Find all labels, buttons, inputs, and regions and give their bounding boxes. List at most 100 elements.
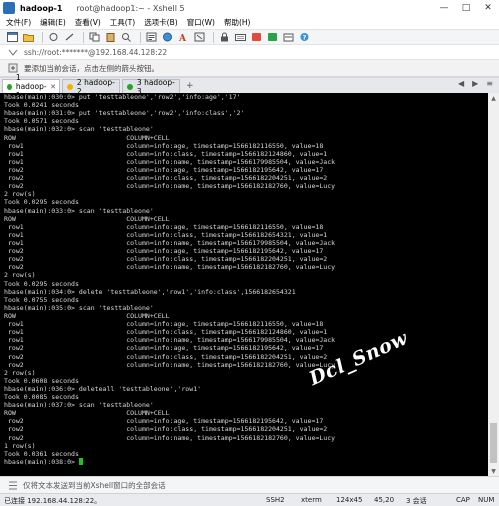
status-size: 124x45 — [336, 496, 363, 504]
minimize-icon[interactable]: — — [433, 0, 455, 16]
terminal-line: row2 column=info:class, timestamp=156618… — [4, 352, 328, 361]
svg-text:?: ? — [302, 34, 306, 42]
xftp-icon[interactable] — [250, 32, 262, 43]
menu-tabs[interactable]: 选项卡(B) — [144, 17, 178, 28]
svg-text:A: A — [178, 34, 187, 42]
terminal-line: hbase(main):032:0> scan 'testtableone' — [4, 125, 154, 134]
terminal-output[interactable]: hbase(main):030:0> put 'testtableone','r… — [0, 93, 488, 476]
terminal-line: row2 column=info:age, timestamp=15661821… — [4, 247, 324, 256]
maximize-icon[interactable]: □ — [455, 0, 477, 16]
xftp-green-icon[interactable] — [266, 32, 278, 43]
toolbar-separator — [42, 31, 43, 43]
terminal-line: ROW COLUMN+CELL — [4, 409, 170, 418]
properties-icon[interactable] — [145, 32, 157, 43]
terminal-scrollbar[interactable]: ▲ ▼ — [488, 93, 499, 476]
terminal-line: Took 0.0295 seconds — [4, 279, 79, 288]
connected-status-icon — [67, 83, 73, 90]
fullscreen-icon[interactable] — [193, 32, 205, 43]
scroll-thumb[interactable] — [490, 423, 497, 463]
terminal-line: hbase(main):031:0> put 'testtableone','r… — [4, 109, 245, 118]
menu-edit[interactable]: 编辑(E) — [40, 17, 66, 28]
status-connection: 已连接 192.168.44.128:22。 — [4, 497, 102, 505]
session-hint-bar: 要添加当前会话，点击左侧的箭头按钮。 — [0, 60, 499, 77]
terminal-line: row1 column=info:age, timestamp=15661821… — [4, 222, 324, 231]
terminal-prompt-line: hbase(main):038:0> — [0, 457, 488, 466]
window-title: root@hadoop1:~ - Xshell 5 — [76, 3, 185, 13]
terminal-line: row1 column=info:class, timestamp=156618… — [4, 230, 328, 239]
address-bar[interactable]: ssh://root:*******@192.168.44.128:22 — [0, 45, 499, 60]
lock-icon[interactable] — [218, 32, 230, 43]
terminal-cursor — [78, 457, 83, 465]
terminal-line: Took 0.0608 seconds — [4, 376, 79, 385]
toolbar-separator — [83, 31, 84, 43]
compose-icon[interactable] — [282, 32, 294, 43]
menu-file[interactable]: 文件(F) — [6, 17, 31, 28]
close-tab-icon[interactable]: ✕ — [50, 83, 56, 91]
terminal-line: Took 0.0755 seconds — [4, 295, 79, 304]
terminal-prompt: hbase(main):038:0> — [4, 457, 79, 466]
menu-help[interactable]: 帮助(H) — [224, 17, 251, 28]
terminal-line: hbase(main):036:0> deleteall 'testtableo… — [4, 384, 202, 393]
font-icon[interactable]: A — [177, 32, 189, 43]
terminal-line: hbase(main):030:0> put 'testtableone','r… — [4, 93, 241, 101]
menu-view[interactable]: 查看(V) — [75, 17, 101, 28]
terminal-line: 2 row(s) — [4, 190, 36, 199]
tab-hadoop-1[interactable]: 1 hadoop-1 ✕ — [2, 73, 60, 100]
open-folder-icon[interactable] — [22, 32, 34, 43]
title-session-label: hadoop-1 — [20, 3, 63, 13]
paste-icon[interactable] — [104, 32, 116, 43]
terminal-line: 2 row(s) — [4, 271, 36, 280]
terminal-line: Took 0.0085 seconds — [4, 393, 79, 402]
new-session-icon[interactable] — [6, 32, 18, 43]
terminal-line: row2 column=info:class, timestamp=156618… — [4, 255, 328, 264]
tab-next-icon[interactable]: ▶ — [472, 79, 478, 88]
terminal-line: ROW COLUMN+CELL — [4, 214, 170, 223]
terminal-line: 1 row(s) — [4, 441, 36, 450]
terminal-line: hbase(main):034:0> delete 'testtableone'… — [4, 287, 296, 296]
toolbar: A ? — [0, 29, 499, 45]
window-controls: — □ ✕ — [433, 0, 499, 16]
terminal-line: ROW COLUMN+CELL — [4, 311, 170, 320]
close-icon[interactable]: ✕ — [477, 0, 499, 16]
tab-hadoop-3[interactable]: 3 hadoop-3 — [122, 78, 180, 96]
terminal-line: row2 column=info:name, timestamp=1566182… — [4, 263, 336, 272]
find-icon[interactable] — [120, 32, 132, 43]
terminal-line: hbase(main):033:0> scan 'testtableone' — [4, 206, 154, 215]
connected-status-icon — [7, 83, 12, 90]
menu-window[interactable]: 窗口(W) — [187, 17, 215, 28]
terminal-line: Took 0.0241 seconds — [4, 101, 79, 110]
status-bar: 已连接 192.168.44.128:22。 SSH2 xterm 124x45… — [0, 493, 499, 506]
xshell-app-icon — [3, 2, 15, 14]
send-menu-icon[interactable] — [8, 481, 18, 490]
status-num: NUM — [478, 496, 495, 504]
keyboard-icon[interactable] — [234, 32, 246, 43]
copy-icon[interactable] — [88, 32, 100, 43]
status-protocol: SSH2 — [266, 496, 285, 504]
terminal-line: hbase(main):037:0> scan 'testtableone' — [4, 401, 154, 410]
tab-hadoop-2[interactable]: 2 hadoop-2 — [62, 78, 120, 96]
status-terminal-type: xterm — [301, 496, 322, 504]
terminal-line: ROW COLUMN+CELL — [4, 133, 170, 142]
terminal-line: row1 column=info:name, timestamp=1566179… — [4, 157, 336, 166]
compose-send-bar[interactable]: 仅将文本发送到当前Xshell窗口的全部会话 — [0, 476, 499, 493]
status-caps: CAP — [456, 496, 470, 504]
address-text: ssh://root:*******@192.168.44.128:22 — [24, 47, 168, 57]
help-icon[interactable]: ? — [298, 32, 310, 43]
terminal-line: row2 column=info:age, timestamp=15661821… — [4, 165, 324, 174]
menu-tools[interactable]: 工具(T) — [110, 17, 135, 28]
title-bar: hadoop-1 root@hadoop1:~ - Xshell 5 — □ ✕ — [0, 0, 499, 16]
address-arrow-icon[interactable] — [8, 48, 18, 57]
scroll-up-icon[interactable]: ▲ — [488, 93, 499, 103]
tab-prev-icon[interactable]: ◀ — [458, 79, 464, 88]
tab-menu-icon[interactable]: ≡ — [486, 79, 493, 88]
scroll-down-icon[interactable]: ▼ — [488, 466, 499, 476]
globe-icon[interactable] — [161, 32, 173, 43]
terminal-line: row2 column=info:name, timestamp=1566182… — [4, 182, 336, 191]
toolbar-separator — [213, 31, 214, 43]
add-session-icon[interactable] — [8, 63, 18, 73]
reconnect-icon[interactable] — [47, 32, 59, 43]
terminal-line: Took 0.0361 seconds — [4, 449, 79, 458]
new-tab-icon[interactable]: + — [186, 81, 194, 91]
disconnect-icon[interactable] — [63, 32, 75, 43]
terminal-line: row2 column=info:age, timestamp=15661821… — [4, 417, 324, 426]
